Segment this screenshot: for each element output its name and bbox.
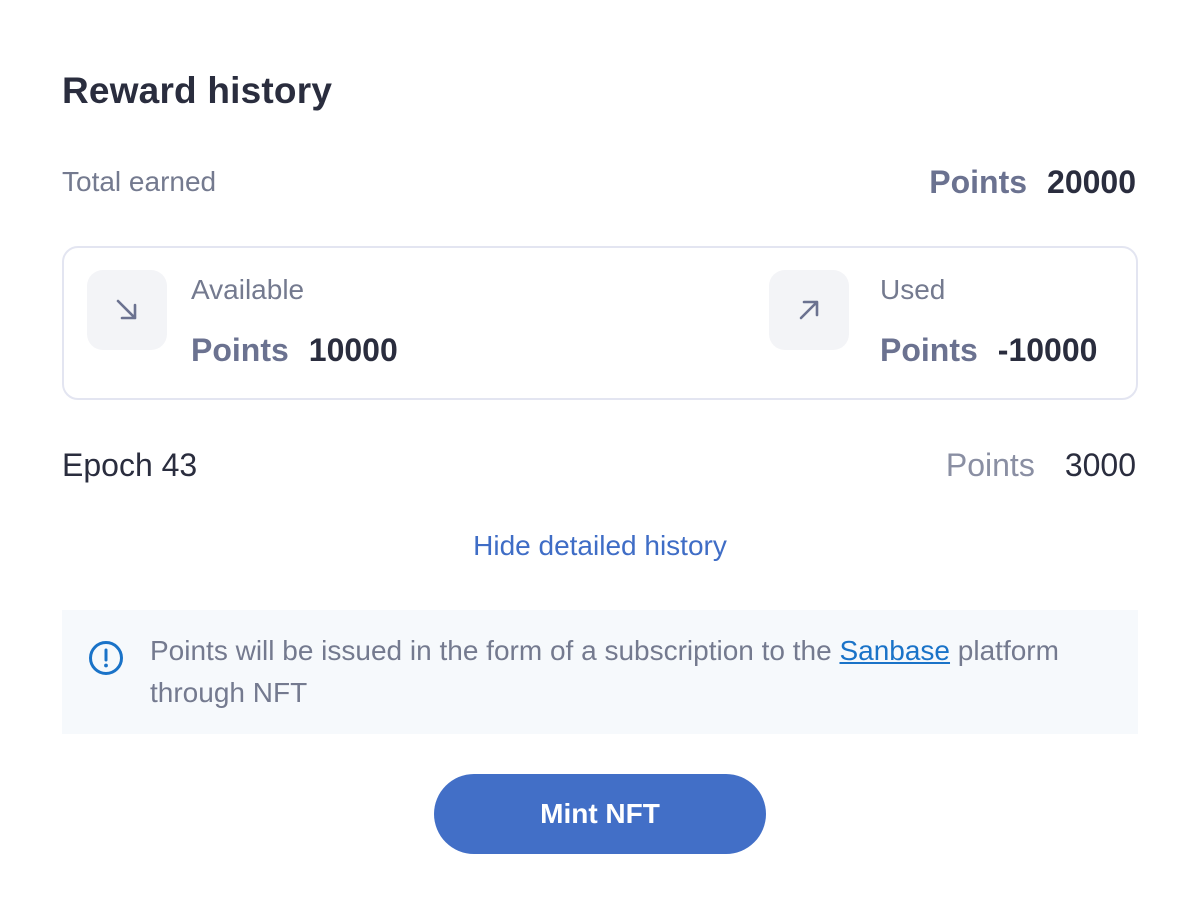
page-title: Reward history bbox=[62, 70, 333, 111]
points-word: Points bbox=[929, 163, 1028, 200]
epoch-points: Points 3000 bbox=[946, 447, 1136, 484]
points-word: Points bbox=[191, 332, 289, 368]
epoch-value: 3000 bbox=[1064, 446, 1136, 483]
notice-text-before: Points will be issued in the form of a s… bbox=[150, 635, 840, 666]
arrow-down-right-icon bbox=[87, 270, 167, 350]
available-value: 10000 bbox=[308, 332, 398, 368]
epoch-name: Epoch 43 bbox=[62, 446, 198, 483]
info-notice: Points will be issued in the form of a s… bbox=[62, 610, 1138, 734]
total-earned-label: Total earned bbox=[62, 166, 217, 197]
points-word: Points bbox=[880, 332, 978, 368]
epoch-row: Epoch 43 Points 3000 bbox=[62, 442, 1136, 488]
reward-history-panel: Reward history Total earned Points 20000… bbox=[0, 0, 1200, 918]
mint-nft-button[interactable]: Mint NFT bbox=[434, 774, 766, 854]
points-word: Points bbox=[945, 446, 1035, 483]
total-earned-points: Points 20000 bbox=[929, 164, 1136, 201]
total-earned-value: 20000 bbox=[1047, 163, 1136, 200]
arrow-up-right-icon bbox=[769, 270, 849, 350]
available-label: Available bbox=[191, 274, 305, 305]
balance-card: Available Points 10000 Used Points -1000… bbox=[62, 246, 1138, 400]
used-value: -10000 bbox=[997, 332, 1098, 368]
used-points: Points -10000 bbox=[880, 332, 1097, 369]
total-earned-row: Total earned Points 20000 bbox=[62, 160, 1136, 204]
available-points: Points 10000 bbox=[191, 332, 398, 369]
sanbase-link[interactable]: Sanbase bbox=[839, 635, 950, 666]
hide-detailed-history-link[interactable]: Hide detailed history bbox=[0, 530, 1200, 562]
used-label: Used bbox=[880, 274, 946, 305]
info-exclamation-icon bbox=[89, 641, 123, 675]
notice-text: Points will be issued in the form of a s… bbox=[150, 630, 1110, 714]
